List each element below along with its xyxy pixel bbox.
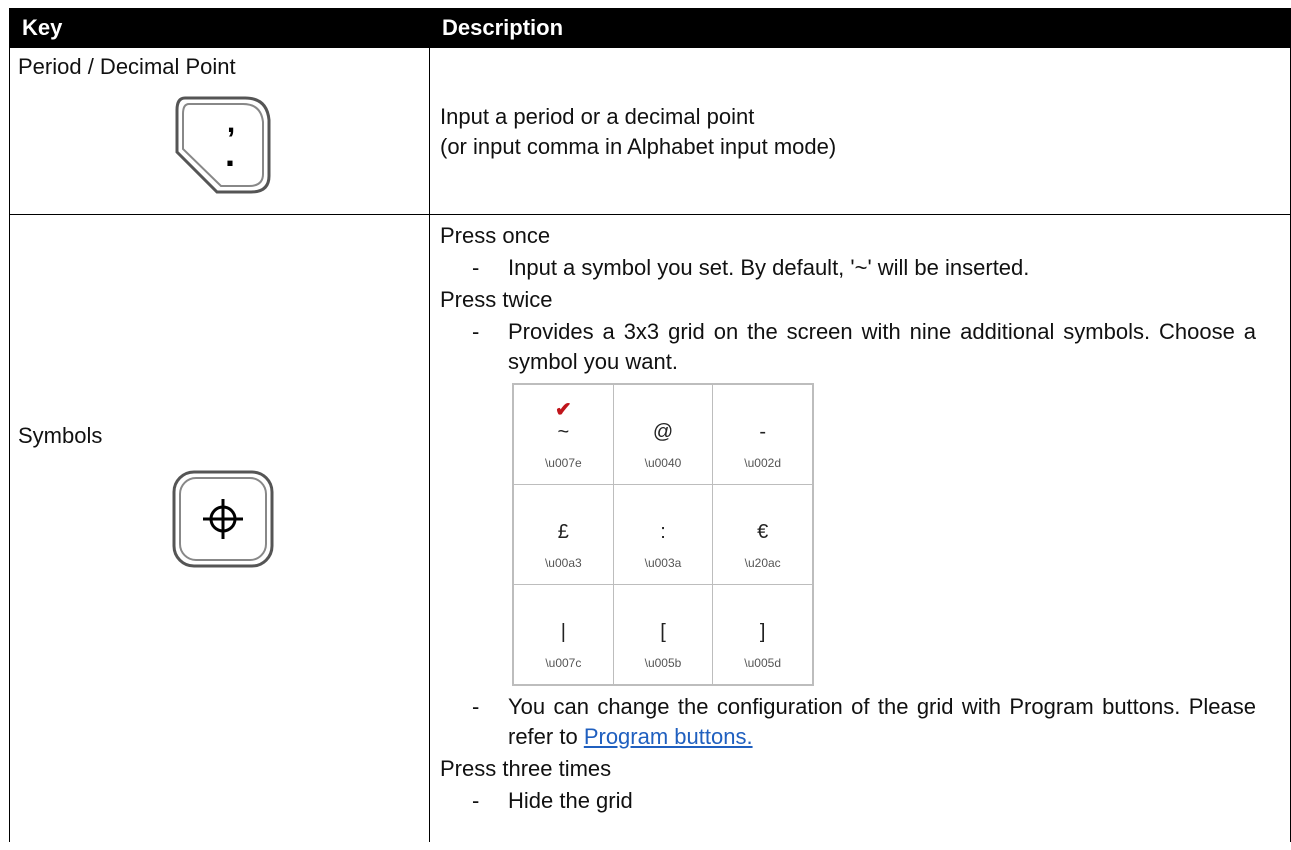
symbol-code: \u002d	[744, 456, 781, 470]
table-header-row: Key Description	[9, 8, 1291, 48]
description-line: (or input comma in Alphabet input mode)	[440, 134, 837, 159]
key-cell: Symbols	[9, 214, 430, 842]
key-name: Symbols	[18, 423, 103, 448]
grid-cell[interactable]: [ \u005b	[612, 584, 714, 686]
grid-row: ✔ ~ \u007e @ \u0040 - \u002d	[512, 383, 814, 485]
symbol-code: \u20ac	[744, 556, 781, 570]
bullet-item: - Provides a 3x3 grid on the screen with…	[440, 317, 1290, 377]
symbol-char: -	[759, 421, 766, 443]
bullet-text: Provides a 3x3 grid on the screen with n…	[508, 319, 1256, 374]
symbol-char: £	[557, 521, 569, 543]
bullet-item: - You can change the configuration of th…	[440, 692, 1290, 752]
symbol-code: \u005d	[744, 656, 781, 670]
bullet-text: Input a symbol you set. By default, '~' …	[508, 255, 1030, 280]
symbol-code: \u003a	[644, 556, 682, 570]
press-twice-label: Press twice	[440, 287, 553, 312]
symbol-code: \u005b	[644, 656, 682, 670]
dash: -	[472, 694, 480, 719]
symbol-char: [	[660, 621, 666, 643]
description-cell: Input a period or a decimal point (or in…	[429, 47, 1291, 215]
description-cell: Press once - Input a symbol you set. By …	[429, 214, 1291, 842]
bullet-item: - Input a symbol you set. By default, '~…	[440, 253, 1290, 283]
header-description: Description	[429, 8, 1291, 48]
grid-cell[interactable]: : \u003a	[612, 484, 714, 585]
grid-cell[interactable]: ✔ ~ \u007e	[512, 383, 614, 485]
grid-cell[interactable]: £ \u00a3	[512, 484, 614, 585]
symbol-code: \u00a3	[544, 556, 582, 570]
press-once-label: Press once	[440, 223, 551, 248]
key-description-table: Key Description Period / Decimal Point ,…	[9, 8, 1291, 842]
grid-cell[interactable]: @ \u0040	[612, 383, 714, 485]
check-icon: ✔	[554, 399, 572, 421]
symbol-char: |	[560, 621, 566, 643]
header-key: Key	[9, 8, 430, 48]
program-buttons-link[interactable]: Program buttons.	[584, 724, 753, 749]
key-cell: Period / Decimal Point , .	[9, 47, 430, 215]
dash: -	[472, 319, 480, 344]
symbol-char: €	[757, 521, 769, 543]
dash: -	[472, 255, 480, 280]
symbol-grid: ✔ ~ \u007e @ \u0040 - \u002d £ \u00a3: …	[512, 383, 814, 686]
symbol-char: :	[660, 521, 666, 543]
grid-cell[interactable]: | \u007c	[512, 584, 614, 686]
grid-row: | \u007c [ \u005b ] \u005d	[512, 584, 814, 686]
bullet-text: Hide the grid	[508, 788, 633, 813]
period-decimal-key-icon: , .	[171, 94, 275, 194]
grid-row: £ \u00a3 : \u003a € \u20ac	[512, 484, 814, 585]
table-row: Period / Decimal Point , . Input a perio…	[9, 47, 1291, 215]
svg-text:.: .	[225, 133, 235, 174]
symbol-code: \u007c	[545, 656, 582, 670]
key-name: Period / Decimal Point	[18, 54, 236, 79]
bullet-item: - Hide the grid	[440, 786, 1290, 816]
dash: -	[472, 788, 480, 813]
table-row: Symbols Press once - Input a symbol you …	[9, 214, 1291, 842]
description-line: Input a period or a decimal point	[440, 104, 755, 129]
crosshair-key-icon	[171, 469, 275, 569]
symbol-code: \u0040	[644, 456, 682, 470]
symbol-char: ]	[759, 621, 766, 643]
grid-cell[interactable]: ] \u005d	[712, 584, 814, 686]
symbol-char: ~	[557, 421, 570, 443]
symbol-code: \u007e	[544, 456, 582, 470]
symbol-char: @	[652, 421, 674, 443]
grid-cell[interactable]: - \u002d	[712, 383, 814, 485]
grid-cell[interactable]: € \u20ac	[712, 484, 814, 585]
press-three-label: Press three times	[440, 756, 612, 781]
